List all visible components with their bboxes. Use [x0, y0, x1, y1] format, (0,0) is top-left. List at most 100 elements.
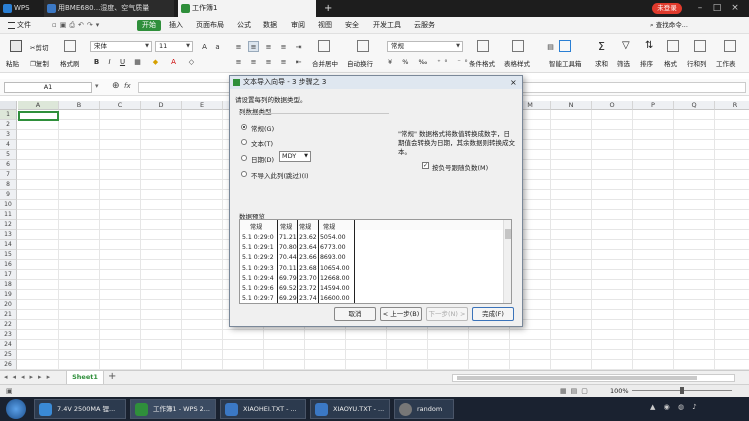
tab-view[interactable]: 视图	[318, 20, 332, 31]
filter-button[interactable]: 筛选	[617, 58, 630, 68]
view-mode-icons[interactable]: ▦▤▢	[560, 387, 592, 395]
align-top-icon[interactable]: ≡	[233, 41, 244, 52]
align-right-icon[interactable]: ≡	[263, 56, 274, 67]
row-header[interactable]: 13	[0, 230, 17, 240]
maximize-button[interactable]: □	[710, 2, 724, 14]
negative-checkbox-label[interactable]: 按负号跟随负数(M)	[432, 162, 488, 172]
date-format-select[interactable]: MDY ▼	[279, 151, 311, 162]
radio-text-label[interactable]: 文本(T)	[251, 138, 273, 148]
row-header[interactable]: 16	[0, 260, 17, 270]
border-icon[interactable]: ▦	[132, 56, 143, 67]
column-header[interactable]: N	[551, 101, 592, 110]
radio-skip[interactable]	[241, 171, 247, 177]
radio-skip-label[interactable]: 不导入此列(跳过)(I)	[251, 170, 309, 180]
auto-wrap-button[interactable]: 自动换行	[347, 58, 373, 68]
decrease-font-icon[interactable]: a	[212, 41, 223, 52]
zoom-icon[interactable]: ⊕	[112, 81, 120, 91]
row-header[interactable]: 26	[0, 360, 17, 370]
row-header[interactable]: 11	[0, 210, 17, 220]
next-button[interactable]: 下一步(N) >	[426, 307, 468, 321]
row-header[interactable]: 15	[0, 250, 17, 260]
row-header[interactable]: 12	[0, 220, 17, 230]
sheet-tab-sheet1[interactable]: Sheet1	[66, 371, 104, 384]
row-header[interactable]: 17	[0, 270, 17, 280]
column-header[interactable]: R	[715, 101, 749, 110]
login-button[interactable]: 未登录	[652, 3, 682, 14]
row-header[interactable]: 14	[0, 240, 17, 250]
add-sheet-button[interactable]: +	[108, 371, 116, 382]
column-header[interactable]: D	[141, 101, 182, 110]
data-preview-table[interactable]: 常规 常规 常规 常规 5.1 0:29:0 71.21 23.62 5054.00 5…	[239, 219, 512, 304]
name-box[interactable]: A1	[4, 82, 92, 93]
italic-button[interactable]: I	[104, 56, 115, 67]
row-header[interactable]: 6	[0, 160, 17, 170]
radio-general[interactable]	[241, 124, 247, 130]
paste-button[interactable]: 粘贴	[6, 58, 19, 68]
row-header[interactable]: 23	[0, 330, 17, 340]
underline-button[interactable]: U	[117, 56, 128, 67]
taskbar-item-1[interactable]: 7.4V 2500MA 锂...	[34, 399, 126, 419]
new-tab-button[interactable]: +	[320, 0, 340, 17]
taskbar-item-3[interactable]: XIAOHEI.TXT - ...	[220, 399, 306, 419]
tab-data[interactable]: 数据	[263, 20, 277, 31]
preview-vertical-scrollbar[interactable]	[503, 220, 511, 303]
row-header[interactable]: 24	[0, 340, 17, 350]
zoom-slider-thumb[interactable]	[680, 387, 684, 394]
tab-workbook-1[interactable]: 工作簿1	[178, 0, 316, 17]
row-header[interactable]: 25	[0, 350, 17, 360]
font-name-select[interactable]: 宋体 ▼	[90, 41, 152, 52]
number-format-select[interactable]: 常规 ▼	[387, 41, 463, 52]
font-color-icon[interactable]: A	[168, 56, 179, 67]
minimize-button[interactable]: –	[693, 2, 707, 14]
row-header[interactable]: 2	[0, 120, 17, 130]
radio-general-label[interactable]: 常规(G)	[251, 123, 274, 133]
radio-date[interactable]	[241, 155, 247, 161]
cancel-button[interactable]: 取消	[334, 307, 376, 321]
fill-color-icon[interactable]: ◆	[150, 56, 161, 67]
row-header[interactable]: 3	[0, 130, 17, 140]
active-cell-a1[interactable]	[18, 111, 59, 121]
row-header[interactable]: 19	[0, 290, 17, 300]
fx-icon[interactable]: fx	[124, 82, 131, 90]
taskbar-item-4[interactable]: XIAOYU.TXT - ...	[310, 399, 390, 419]
format-painter-button[interactable]: 格式刷	[60, 58, 80, 68]
column-header[interactable]: P	[633, 101, 674, 110]
quick-access-toolbar[interactable]: ▫▣⎙↶↷▾	[52, 21, 102, 30]
macro-icon[interactable]: ▣	[6, 387, 13, 395]
taskbar-item-2[interactable]: 工作簿1 - WPS 2...	[130, 399, 216, 419]
tab-insert[interactable]: 插入	[169, 20, 183, 31]
start-button-icon[interactable]	[6, 399, 26, 419]
align-center-icon[interactable]: ≡	[248, 56, 259, 67]
column-header[interactable]: O	[592, 101, 633, 110]
cut-button[interactable]: ✂剪切	[30, 42, 48, 52]
tab-review[interactable]: 审阅	[291, 20, 305, 31]
copy-button[interactable]: ❐复制	[30, 58, 49, 68]
search-command[interactable]: ⌕ 查找命令...	[650, 20, 710, 31]
align-middle-icon[interactable]: ≡	[248, 41, 259, 52]
tab-security[interactable]: 安全	[345, 20, 359, 31]
negative-checkbox[interactable]: ✓	[422, 162, 429, 169]
tab-developer[interactable]: 开发工具	[373, 20, 401, 31]
align-left-icon[interactable]: ≡	[233, 56, 244, 67]
tab-cloud-service[interactable]: 云服务	[414, 20, 435, 31]
merge-center-button[interactable]: 合并居中	[312, 58, 338, 68]
radio-date-label[interactable]: 日期(D)	[251, 154, 274, 164]
increase-font-icon[interactable]: A	[199, 41, 210, 52]
select-all-corner[interactable]	[0, 101, 17, 110]
row-header[interactable]: 5	[0, 150, 17, 160]
row-header[interactable]: 1	[0, 110, 17, 120]
bold-button[interactable]: B	[91, 56, 102, 67]
finish-button[interactable]: 完成(F)	[472, 307, 514, 321]
chevron-down-icon[interactable]: ▾	[95, 82, 99, 90]
cell-style-icon[interactable]: ▤	[545, 41, 556, 52]
number-format-buttons[interactable]: ¥ % ‰ ⁺⁰ ⁻⁰	[388, 58, 471, 66]
table-style-button[interactable]: 表格样式	[504, 58, 530, 68]
sum-button[interactable]: 求和	[595, 58, 608, 68]
row-col-button[interactable]: 行和列	[687, 58, 707, 68]
outdent-icon[interactable]: ⇤	[293, 56, 304, 67]
tab-home[interactable]: 开始	[137, 20, 161, 31]
back-button[interactable]: < 上一步(B)	[380, 307, 422, 321]
sheet-nav-arrows[interactable]: ◂◂◂▸▸▸	[4, 373, 55, 381]
row-header[interactable]: 9	[0, 190, 17, 200]
tab-document-1[interactable]: 用BME680...湿度、空气质量	[44, 0, 174, 17]
